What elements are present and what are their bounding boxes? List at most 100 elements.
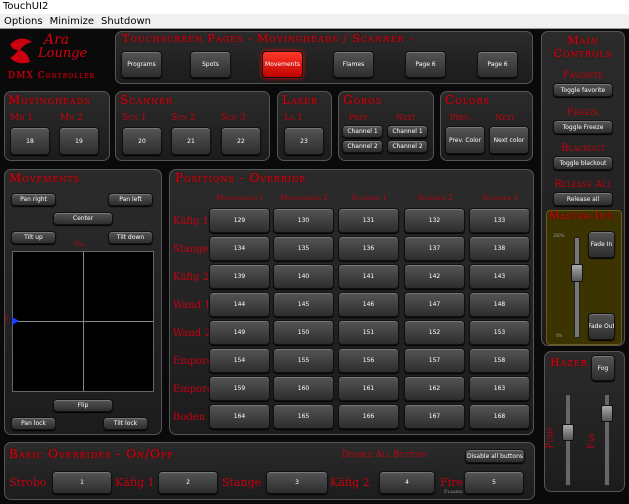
page-button-2[interactable]: Spots <box>190 51 231 78</box>
position-button[interactable]: 163 <box>469 376 530 401</box>
position-button[interactable]: 155 <box>273 348 334 373</box>
position-button[interactable]: 149 <box>209 320 270 345</box>
menu-minimize[interactable]: Minimize <box>46 16 97 27</box>
fade-in-button[interactable]: Fade In <box>588 231 615 258</box>
scn1-button[interactable]: 20 <box>122 127 162 155</box>
mh1-label: Mh 1 <box>10 113 34 123</box>
mh1-button[interactable]: 18 <box>10 127 50 155</box>
page-button-1[interactable]: Programs <box>121 51 162 78</box>
page-button-3[interactable]: Movements <box>262 51 303 78</box>
position-button[interactable]: 162 <box>404 376 465 401</box>
scn3-label: Scn 3 <box>221 113 246 123</box>
override-button[interactable]: 4 <box>379 471 435 494</box>
position-button[interactable]: 147 <box>404 292 465 317</box>
position-button[interactable]: 146 <box>338 292 399 317</box>
position-button[interactable]: 167 <box>404 404 465 429</box>
pan-tilt-pad[interactable] <box>12 251 154 392</box>
movements-title: Movements <box>9 171 81 185</box>
logo-icon <box>10 38 32 64</box>
menu-shutdown[interactable]: Shutdown <box>97 16 154 27</box>
pages-title: Touchscreen Pages - Movingheads / Scanne… <box>122 32 414 45</box>
override-button[interactable]: 1 <box>52 471 112 494</box>
fog-button[interactable]: Fog <box>591 355 615 381</box>
tilt-lock-button[interactable]: Tilt lock <box>103 417 148 430</box>
position-button[interactable]: 152 <box>404 320 465 345</box>
scn3-button[interactable]: 22 <box>221 127 261 155</box>
position-button[interactable]: 161 <box>338 376 399 401</box>
position-button[interactable]: 166 <box>338 404 399 429</box>
position-button[interactable]: 131 <box>338 208 399 233</box>
position-button[interactable]: 168 <box>469 404 530 429</box>
position-button[interactable]: 142 <box>404 264 465 289</box>
position-button[interactable]: 164 <box>209 404 270 429</box>
position-button[interactable]: 156 <box>338 348 399 373</box>
toggle-favorite-button[interactable]: Toggle favorite <box>553 83 613 97</box>
menu-options[interactable]: Options <box>0 16 46 27</box>
position-button[interactable]: 134 <box>209 236 270 261</box>
prev-color-button[interactable]: Prev. Color <box>445 126 485 154</box>
position-button[interactable]: 153 <box>469 320 530 345</box>
la1-label: La 1 <box>284 113 303 123</box>
position-button[interactable]: 158 <box>469 348 530 373</box>
position-button[interactable]: 136 <box>338 236 399 261</box>
next-color-button[interactable]: Next color <box>489 126 529 154</box>
position-button[interactable]: 140 <box>273 264 334 289</box>
flip-button[interactable]: Flip <box>53 399 113 412</box>
position-button[interactable]: 144 <box>209 292 270 317</box>
menu-bar: Options Minimize Shutdown <box>0 14 629 29</box>
master-slider-track <box>574 237 580 338</box>
toggle-freeze-button[interactable]: Toggle Freeze <box>553 120 613 134</box>
position-button[interactable]: 129 <box>209 208 270 233</box>
pump-slider-handle[interactable] <box>562 424 574 441</box>
position-button[interactable]: 139 <box>209 264 270 289</box>
position-button[interactable]: 154 <box>209 348 270 373</box>
scn2-button[interactable]: 21 <box>171 127 211 155</box>
positions-column-header: Scanner 2 <box>417 194 453 202</box>
master-slider-handle[interactable] <box>571 264 583 282</box>
gobo-next-channel1-button[interactable]: Channel 1 <box>387 125 428 138</box>
override-label: Käfig 2 <box>330 476 370 489</box>
tilt-up-button[interactable]: Tilt up <box>11 231 56 244</box>
position-button[interactable]: 145 <box>273 292 334 317</box>
positions-row-label: Wand 1 <box>173 300 211 311</box>
la1-button[interactable]: 23 <box>284 127 324 155</box>
gobo-prev-channel2-button[interactable]: Channel 2 <box>342 140 383 153</box>
page-button-5[interactable]: Page 6 <box>405 51 446 78</box>
position-button[interactable]: 137 <box>404 236 465 261</box>
positions-column-header: Scanner 1 <box>351 194 387 202</box>
gobo-prev-channel1-button[interactable]: Channel 1 <box>342 125 383 138</box>
override-button[interactable]: 5 <box>464 471 524 494</box>
release-all-button[interactable]: Release all <box>553 192 613 206</box>
position-button[interactable]: 138 <box>469 236 530 261</box>
fade-out-button[interactable]: Fade Out <box>588 313 615 340</box>
position-button[interactable]: 165 <box>273 404 334 429</box>
tilt-down-button[interactable]: Tilt down <box>108 231 153 244</box>
disable-all-label: Disable All Buttons <box>342 450 428 460</box>
center-button[interactable]: Center <box>53 212 113 225</box>
favorite-label: Favorite <box>562 70 604 81</box>
override-button[interactable]: 2 <box>158 471 218 494</box>
position-button[interactable]: 157 <box>404 348 465 373</box>
position-button[interactable]: 132 <box>404 208 465 233</box>
mh2-button[interactable]: 19 <box>59 127 99 155</box>
position-button[interactable]: 159 <box>209 376 270 401</box>
page-button-4[interactable]: Flames <box>333 51 374 78</box>
position-button[interactable]: 150 <box>273 320 334 345</box>
position-button[interactable]: 143 <box>469 264 530 289</box>
position-button[interactable]: 151 <box>338 320 399 345</box>
page-button-6[interactable]: Page 6 <box>477 51 518 78</box>
position-button[interactable]: 135 <box>273 236 334 261</box>
fan-slider-handle[interactable] <box>601 405 613 422</box>
pan-right-button[interactable]: Pan right <box>11 193 56 206</box>
disable-all-button[interactable]: Disable all buttons <box>465 449 525 463</box>
position-button[interactable]: 130 <box>273 208 334 233</box>
override-button[interactable]: 3 <box>266 471 328 494</box>
position-button[interactable]: 141 <box>338 264 399 289</box>
toggle-blackout-button[interactable]: Toggle blackout <box>553 156 613 170</box>
pan-left-button[interactable]: Pan left <box>108 193 153 206</box>
gobo-next-channel2-button[interactable]: Channel 2 <box>387 140 428 153</box>
position-button[interactable]: 133 <box>469 208 530 233</box>
position-button[interactable]: 148 <box>469 292 530 317</box>
position-button[interactable]: 160 <box>273 376 334 401</box>
pan-lock-button[interactable]: Pan lock <box>11 417 56 430</box>
